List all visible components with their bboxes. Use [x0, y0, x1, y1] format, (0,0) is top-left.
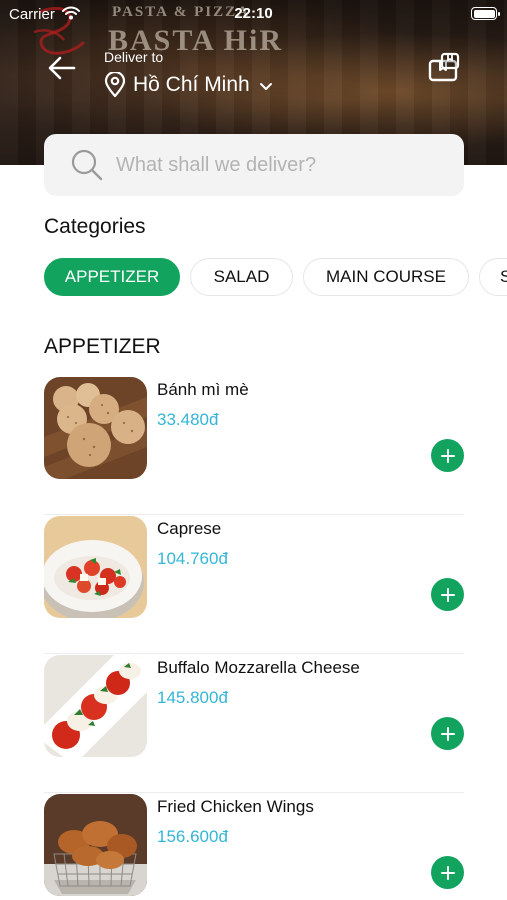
item-price: 104.760đ: [157, 549, 228, 568]
package-box-icon[interactable]: [428, 52, 461, 82]
item-name: Fried Chicken Wings: [157, 797, 314, 816]
plus-icon: [440, 587, 455, 602]
chip-main-course[interactable]: MAIN COURSE: [303, 258, 469, 296]
chip-partial[interactable]: S: [479, 258, 507, 296]
list-item[interactable]: Bánh mì mè 33.480đ: [44, 376, 464, 515]
location-city: Hồ Chí Minh: [133, 73, 250, 96]
battery-icon: [471, 7, 500, 20]
arrow-left-icon[interactable]: [46, 52, 78, 84]
list-item[interactable]: Buffalo Mozzarella Cheese 145.800đ: [44, 654, 464, 793]
list-item[interactable]: Caprese 104.760đ: [44, 515, 464, 654]
add-button[interactable]: [431, 856, 464, 889]
item-thumbnail: [44, 655, 147, 757]
location-pin-icon: [104, 72, 126, 98]
status-bar: Carrier 22:10: [0, 0, 507, 30]
search-icon: [71, 149, 103, 181]
item-price: 156.600đ: [157, 827, 228, 846]
chip-appetizer[interactable]: APPETIZER: [44, 258, 180, 296]
item-thumbnail: [44, 516, 147, 618]
search-bar[interactable]: [44, 134, 464, 196]
item-name: Buffalo Mozzarella Cheese: [157, 658, 360, 677]
status-time: 22:10: [234, 5, 273, 22]
menu-list: Bánh mì mè 33.480đ Caprese 104.760đ Buff…: [44, 376, 464, 900]
item-thumbnail: [44, 377, 147, 479]
categories-heading: Categories: [44, 215, 146, 238]
item-price: 145.800đ: [157, 688, 228, 707]
item-name: Caprese: [157, 519, 222, 538]
category-chips: APPETIZER SALAD MAIN COURSE S: [44, 258, 507, 298]
location-selector[interactable]: Hồ Chí Minh: [104, 72, 273, 98]
add-button[interactable]: [431, 717, 464, 750]
add-button[interactable]: [431, 439, 464, 472]
chip-salad[interactable]: SALAD: [190, 258, 293, 296]
add-button[interactable]: [431, 578, 464, 611]
chevron-down-icon: [259, 83, 272, 90]
plus-icon: [440, 448, 455, 463]
search-input[interactable]: [116, 153, 436, 177]
list-item[interactable]: Fried Chicken Wings 156.600đ: [44, 793, 464, 900]
plus-icon: [440, 726, 455, 741]
section-heading: APPETIZER: [44, 335, 161, 358]
item-price: 33.480đ: [157, 410, 219, 429]
item-name: Bánh mì mè: [157, 380, 249, 399]
deliver-to-label: Deliver to: [104, 49, 164, 65]
item-thumbnail: [44, 794, 147, 896]
plus-icon: [440, 865, 455, 880]
